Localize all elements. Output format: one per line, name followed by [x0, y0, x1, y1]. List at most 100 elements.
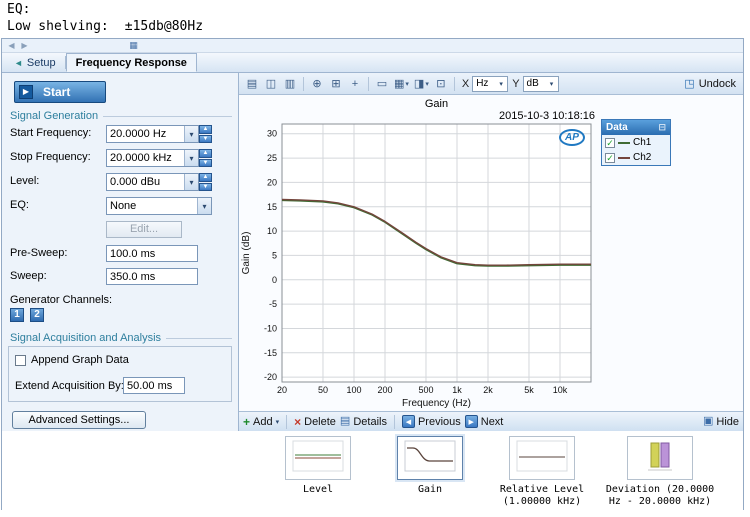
thumbnail-deviation-box[interactable]: [627, 436, 693, 480]
undock-label: Undock: [698, 77, 736, 90]
section-rule: [103, 115, 232, 117]
undock-icon: ◳: [684, 78, 695, 90]
settings-panel: ▶ Start Signal Generation Start Frequenc…: [2, 73, 239, 431]
spin-up-icon[interactable]: ▲: [199, 149, 212, 158]
field-level: Level: 0.000 dBu ▾ ▲ ▼: [2, 173, 238, 191]
chevron-down-icon: ▾: [275, 418, 280, 426]
add-label: Add: [253, 415, 273, 428]
spin-down-icon[interactable]: ▼: [199, 158, 212, 167]
channel-2-button[interactable]: 2: [30, 308, 45, 322]
next-icon: ▶: [464, 415, 478, 428]
graph-toolbar: ▤ ◫ ▥ ⊕ ⊞ + ▭ ▦ ▾ ◨ ▾ ⊡ X Hz ▾ Y dB ▾ ◳ …: [239, 73, 743, 95]
edit-button[interactable]: Edit...: [106, 221, 182, 238]
fit-view-icon[interactable]: ⊞: [327, 75, 345, 92]
toolbar-separator: [368, 76, 369, 91]
graph-style-icon: ▦: [394, 78, 405, 90]
legend-panel: Data ⊟ ✓ Ch1 ✓ Ch2: [601, 119, 671, 166]
setup-arrow-icon: ◄: [14, 57, 23, 68]
nav-forward-icon[interactable]: ▶: [18, 41, 31, 50]
svg-text:-5: -5: [269, 299, 277, 309]
chart-view-icon: ◨: [413, 78, 425, 90]
start-frequency-label: Start Frequency:: [10, 127, 92, 139]
print-icon[interactable]: ▥: [281, 75, 299, 92]
previous-icon: ◀: [401, 415, 415, 428]
ch1-label: Ch1: [633, 137, 652, 148]
legend-header[interactable]: Data ⊟: [602, 120, 670, 135]
y-axis-label: Y: [512, 77, 520, 90]
chevron-down-icon[interactable]: ▾: [184, 126, 198, 142]
nav-back-icon[interactable]: ◀: [5, 41, 18, 50]
legend-pin-icon[interactable]: ⊟: [658, 122, 666, 133]
extend-acquisition-input[interactable]: [123, 377, 185, 394]
stop-frequency-value: 20.0000 kHz: [110, 152, 172, 164]
y-unit-combobox[interactable]: dB ▾: [522, 75, 559, 92]
select-rect-icon[interactable]: ▭: [373, 75, 391, 92]
toolbar-separator: [286, 414, 288, 429]
pre-sweep-input[interactable]: [106, 245, 198, 262]
add-button[interactable]: + Add ▾: [243, 416, 279, 428]
ch2-label: Ch2: [633, 152, 652, 163]
graph-style-dropdown[interactable]: ▦ ▾: [392, 75, 411, 92]
start-button[interactable]: ▶ Start: [14, 81, 106, 103]
next-button[interactable]: ▶ Next: [464, 415, 504, 428]
details-button[interactable]: ▤ Details: [340, 416, 387, 428]
spin-down-icon[interactable]: ▼: [199, 182, 212, 191]
level-sketch: [292, 440, 344, 472]
window-icon[interactable]: ▦: [127, 40, 140, 51]
chevron-down-icon[interactable]: ▾: [184, 174, 198, 190]
shelving-label: Low shelving:: [7, 19, 109, 34]
spin-up-icon[interactable]: ▲: [199, 173, 212, 182]
x-unit-combobox[interactable]: Hz ▾: [472, 75, 509, 92]
delete-button[interactable]: × Delete: [294, 416, 336, 428]
field-sweep: Sweep:: [2, 268, 238, 286]
next-label: Next: [480, 415, 504, 428]
start-frequency-value: 20.0000 Hz: [110, 128, 167, 140]
svg-text:50: 50: [318, 385, 328, 395]
app-window: ◀ ▶ ▦ ◄ Setup Frequency Response ▶ Start…: [1, 38, 744, 511]
x-unit-value: Hz: [476, 78, 489, 89]
plot-area[interactable]: 302520151050-5-10-15-2020 50 100 200 500 1k 2k…: [239, 113, 611, 411]
spin-down-icon[interactable]: ▼: [199, 134, 212, 143]
thumbnail-gain-box[interactable]: [397, 436, 463, 480]
undock-button[interactable]: ◳ Undock: [684, 77, 739, 91]
svg-text:Frequency (Hz): Frequency (Hz): [402, 398, 471, 409]
level-stepper: ▲ ▼: [199, 173, 212, 191]
chevron-down-icon[interactable]: ▾: [495, 80, 507, 88]
chevron-down-icon[interactable]: ▾: [546, 80, 558, 88]
advanced-settings-button[interactable]: Advanced Settings...: [12, 411, 146, 429]
eq-combobox[interactable]: None ▾: [106, 197, 212, 215]
hide-button[interactable]: ▣ Hide: [703, 416, 739, 428]
config-icon[interactable]: ⊡: [432, 75, 450, 92]
svg-text:Gain (dB): Gain (dB): [241, 232, 252, 275]
stop-frequency-combobox[interactable]: 20.0000 kHz ▾: [106, 149, 199, 167]
thumbnail-level-box[interactable]: [285, 436, 351, 480]
append-graph-data-checkbox[interactable]: [15, 354, 26, 366]
shelving-line: Low shelving: ±15db@80Hz: [7, 18, 203, 35]
sweep-input[interactable]: [106, 268, 198, 285]
chart-view-dropdown[interactable]: ◨ ▾: [412, 75, 431, 92]
mini-toolbar: ◀ ▶ ▦: [2, 39, 743, 53]
section-rule: [166, 337, 232, 339]
acquisition-title: Signal Acquisition and Analysis: [10, 332, 162, 344]
copy-icon[interactable]: ◫: [262, 75, 280, 92]
start-frequency-combobox[interactable]: 20.0000 Hz ▾: [106, 125, 199, 143]
tab-frequency-response[interactable]: Frequency Response: [65, 53, 197, 72]
ch1-line-sample: [618, 141, 630, 144]
ch2-checkbox[interactable]: ✓: [605, 152, 615, 163]
stop-frequency-stepper: ▲ ▼: [199, 149, 212, 167]
thumbnail-relative-level-box[interactable]: [509, 436, 575, 480]
ch1-checkbox[interactable]: ✓: [605, 137, 615, 148]
previous-button[interactable]: ◀ Previous: [401, 415, 461, 428]
tab-setup[interactable]: ◄ Setup: [5, 53, 65, 72]
spin-up-icon[interactable]: ▲: [199, 125, 212, 134]
chevron-down-icon[interactable]: ▾: [184, 150, 198, 166]
hide-icon: ▣: [702, 415, 714, 427]
svg-text:5: 5: [272, 250, 277, 260]
channel-1-button[interactable]: 1: [10, 308, 24, 322]
svg-text:20: 20: [277, 385, 287, 395]
chevron-down-icon[interactable]: ▾: [197, 198, 211, 214]
crosshair-cursor-icon[interactable]: +: [346, 75, 364, 92]
zoom-icon[interactable]: ⊕: [308, 75, 326, 92]
save-icon[interactable]: ▤: [243, 75, 261, 92]
level-combobox[interactable]: 0.000 dBu ▾: [106, 173, 199, 191]
